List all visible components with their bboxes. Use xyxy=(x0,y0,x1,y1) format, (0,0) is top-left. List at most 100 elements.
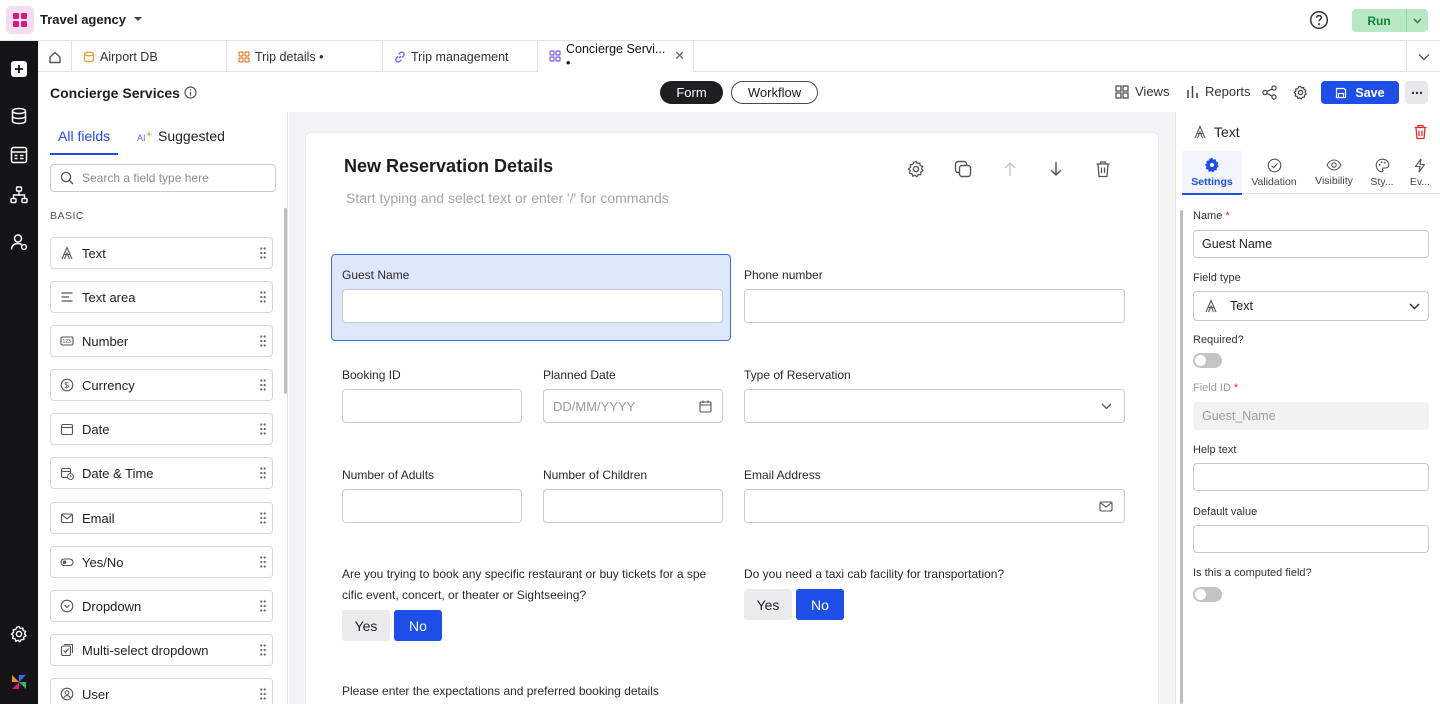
field-type-select[interactable]: Text xyxy=(1193,291,1429,321)
field-item-text[interactable]: Text xyxy=(50,237,273,269)
field-item-email[interactable]: Email xyxy=(50,502,273,534)
search-input[interactable]: Search a field type here xyxy=(50,164,276,192)
form-subtitle[interactable]: Start typing and select text or enter '/… xyxy=(346,190,669,206)
tab-visibility-label[interactable]: Visibility xyxy=(1315,175,1353,187)
field-item-date[interactable]: Date xyxy=(50,413,273,445)
database-icon[interactable] xyxy=(9,106,29,126)
workflow-icon[interactable] xyxy=(9,185,29,205)
duplicate-icon[interactable] xyxy=(953,159,973,179)
field-item-yes-no[interactable]: Yes/No xyxy=(50,546,273,578)
default-value-input[interactable] xyxy=(1193,525,1429,553)
num-adults-input[interactable] xyxy=(342,489,522,523)
drag-handle-icon[interactable] xyxy=(260,644,266,656)
tab-trip-management[interactable]: Trip management xyxy=(383,41,538,72)
drag-handle-icon[interactable] xyxy=(260,423,266,435)
save-label[interactable]: Save xyxy=(1355,86,1384,100)
tab-events[interactable]: Ev... xyxy=(1402,151,1438,194)
tab-visibility[interactable]: Visibility xyxy=(1304,151,1364,194)
tab-style[interactable]: Sty... xyxy=(1364,151,1400,194)
delete-field-icon[interactable] xyxy=(1413,124,1428,140)
drag-handle-icon[interactable] xyxy=(260,379,266,391)
views-button[interactable]: Views xyxy=(1115,84,1169,99)
email-address-input[interactable] xyxy=(744,489,1125,523)
tab-all-fields[interactable]: All fields xyxy=(49,128,119,155)
right-panel-scrollbar[interactable] xyxy=(1180,210,1183,704)
gear-icon[interactable] xyxy=(9,624,29,644)
drag-handle-icon[interactable] xyxy=(260,247,266,259)
drag-handle-icon[interactable] xyxy=(260,467,266,479)
tab-concierge-services[interactable]: Concierge Servi... • ✕ xyxy=(538,41,694,72)
tab-airport-db[interactable]: Airport DB xyxy=(72,41,227,72)
tab-validation[interactable]: Validation xyxy=(1244,151,1304,194)
drag-handle-icon[interactable] xyxy=(260,512,266,524)
workflow-toggle-button[interactable]: Workflow xyxy=(731,81,818,104)
reports-button[interactable]: Reports xyxy=(1186,84,1251,99)
field-item-multi-select[interactable]: Multi-select dropdown xyxy=(50,634,273,666)
tab-events-label[interactable]: Ev... xyxy=(1410,176,1430,188)
run-dropdown-icon[interactable] xyxy=(1406,9,1428,32)
guest-name-input[interactable] xyxy=(342,289,723,323)
field-item-date-time[interactable]: Date & Time xyxy=(50,457,273,489)
name-input[interactable]: Guest Name xyxy=(1193,230,1429,258)
field-item-user[interactable]: User xyxy=(50,678,273,704)
drag-handle-icon[interactable] xyxy=(260,556,266,568)
app-logo-icon[interactable] xyxy=(6,6,34,34)
tab-validation-label[interactable]: Validation xyxy=(1251,176,1296,188)
taxi-yes-button[interactable]: Yes xyxy=(744,589,792,620)
move-down-icon[interactable] xyxy=(1046,159,1066,179)
tab-style-label[interactable]: Sty... xyxy=(1370,176,1393,188)
tab-trip-details[interactable]: Trip details • xyxy=(227,41,383,72)
tab-settings-label[interactable]: Settings xyxy=(1191,176,1232,188)
info-icon[interactable] xyxy=(184,86,197,99)
required-toggle[interactable] xyxy=(1193,353,1222,368)
chevron-down-icon[interactable] xyxy=(133,15,143,23)
add-icon[interactable] xyxy=(9,59,29,79)
reports-label[interactable]: Reports xyxy=(1205,84,1251,99)
booking-yes-button[interactable]: Yes xyxy=(342,610,390,641)
save-button[interactable]: Save xyxy=(1321,81,1399,104)
field-id-input[interactable]: Guest_Name xyxy=(1193,402,1429,430)
move-up-icon[interactable] xyxy=(1000,159,1020,179)
text-icon xyxy=(1205,299,1217,313)
run-button-label[interactable]: Run xyxy=(1352,9,1406,32)
section-settings-icon[interactable] xyxy=(906,159,926,179)
views-label[interactable]: Views xyxy=(1135,84,1169,99)
share-icon[interactable] xyxy=(1262,85,1277,100)
settings-gear-icon[interactable] xyxy=(1293,85,1308,100)
drag-handle-icon[interactable] xyxy=(260,600,266,612)
left-panel-scrollbar[interactable] xyxy=(284,208,287,394)
form-title[interactable]: New Reservation Details xyxy=(344,156,553,177)
taxi-no-button[interactable]: No xyxy=(796,589,844,620)
field-item-dropdown[interactable]: Dropdown xyxy=(50,590,273,622)
tab-suggested[interactable]: AI Suggested xyxy=(137,128,225,144)
num-children-input[interactable] xyxy=(543,489,723,523)
type-of-reservation-select[interactable] xyxy=(744,389,1125,423)
user-settings-icon[interactable] xyxy=(9,232,29,252)
field-item-text-area[interactable]: Text area xyxy=(50,281,273,313)
field-item-currency[interactable]: $ Currency xyxy=(50,369,273,401)
suggested-label[interactable]: Suggested xyxy=(158,128,225,144)
booking-id-input[interactable] xyxy=(342,389,522,423)
drag-handle-icon[interactable] xyxy=(260,688,266,700)
help-text-input[interactable] xyxy=(1193,463,1429,491)
close-tab-icon[interactable]: ✕ xyxy=(674,48,685,64)
drag-handle-icon[interactable] xyxy=(260,291,266,303)
field-item-number[interactable]: 123 Number xyxy=(50,325,273,357)
app-name[interactable]: Travel agency xyxy=(40,12,126,27)
form-icon[interactable] xyxy=(9,145,29,165)
help-icon[interactable] xyxy=(1309,10,1329,30)
drag-handle-icon[interactable] xyxy=(260,335,266,347)
form-toggle-button[interactable]: Form xyxy=(660,81,723,104)
computed-field-toggle[interactable] xyxy=(1193,587,1222,602)
phone-number-input[interactable] xyxy=(744,289,1125,323)
tabs-overflow-icon[interactable] xyxy=(1406,41,1440,72)
planned-date-input[interactable]: DD/MM/YYYY xyxy=(543,389,723,423)
tab-settings[interactable]: Settings xyxy=(1182,151,1242,195)
page-header: Concierge Services Form Workflow Views R… xyxy=(38,72,1440,112)
booking-no-button[interactable]: No xyxy=(394,610,442,641)
more-options-icon[interactable] xyxy=(1405,81,1428,104)
expectations-label: Please enter the expectations and prefer… xyxy=(342,684,659,698)
run-button[interactable]: Run xyxy=(1352,9,1428,32)
home-icon[interactable] xyxy=(38,41,72,72)
delete-section-icon[interactable] xyxy=(1093,159,1113,179)
